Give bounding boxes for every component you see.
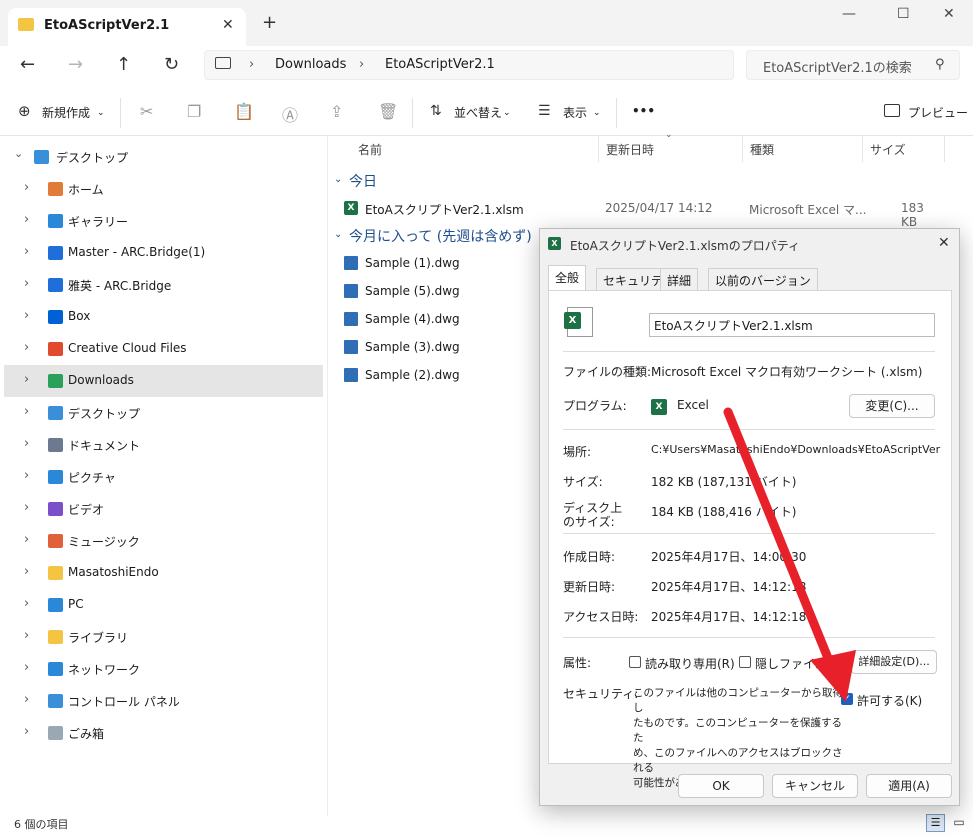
arrow-shaft <box>723 407 837 673</box>
annotation-arrow <box>723 407 856 702</box>
arrow-head <box>810 650 856 702</box>
